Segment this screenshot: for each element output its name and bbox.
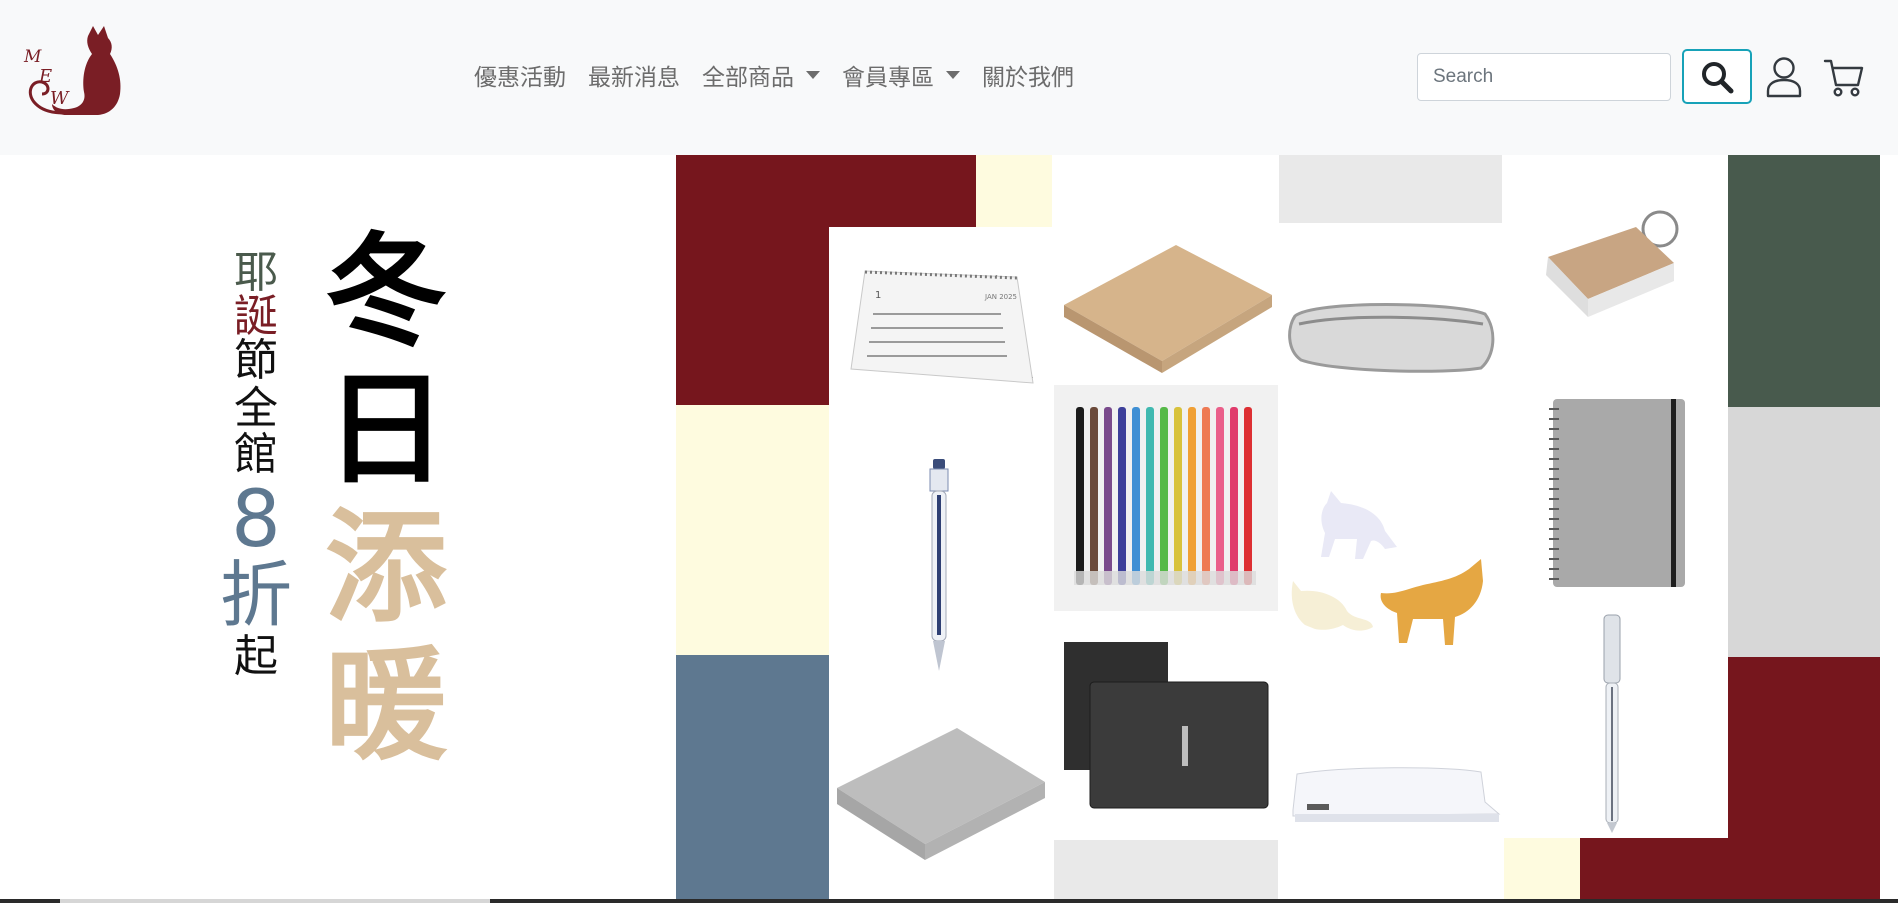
main-nav: 優惠活動 最新消息 全部商品 會員專區 關於我們	[474, 58, 1096, 92]
deco-block-gray	[1054, 840, 1278, 900]
tagline-char: 耶	[234, 247, 278, 298]
user-account-button[interactable]	[1765, 56, 1803, 98]
nav-news-label: 最新消息	[588, 64, 680, 90]
desk-calendar-image[interactable]: 1 JAN 2025	[845, 263, 1035, 403]
chevron-down-icon	[806, 71, 820, 79]
nav-member-label: 會員專區	[842, 64, 934, 90]
gel-pen-image[interactable]	[925, 455, 955, 675]
promo-headline: 冬 日 添 暖	[322, 223, 450, 775]
search-input[interactable]	[1417, 53, 1671, 101]
headline-char: 添	[325, 497, 447, 639]
deco-block-slate	[676, 655, 829, 900]
nav-about-label: 關於我們	[982, 64, 1074, 90]
deco-block-cream	[676, 405, 829, 655]
svg-text:1: 1	[875, 290, 881, 301]
spiral-notebook-image[interactable]	[1545, 395, 1691, 591]
nav-news[interactable]: 最新消息	[588, 58, 680, 92]
black-file-folders-image[interactable]	[1062, 640, 1270, 810]
nav-promotions-label: 優惠活動	[474, 64, 566, 90]
ring-word-cards-image[interactable]	[1540, 207, 1690, 327]
cat-sticky-notes-image[interactable]	[1285, 485, 1497, 665]
cart-icon	[1823, 59, 1864, 97]
kraft-memo-pad-image[interactable]	[1058, 239, 1274, 379]
tagline-char: 誕	[234, 291, 278, 342]
deco-block-gray	[1279, 155, 1502, 223]
headline-char: 冬	[325, 221, 447, 363]
tagline-char: 8	[231, 475, 281, 565]
brand-logo[interactable]: M E W	[22, 24, 142, 120]
user-icon	[1766, 57, 1802, 98]
headline-char: 暖	[325, 635, 447, 777]
deco-block-green	[1728, 155, 1880, 407]
nav-all-products-label: 全部商品	[702, 64, 794, 90]
tagline-char: 全	[234, 383, 278, 434]
cart-button[interactable]	[1823, 57, 1865, 99]
gray-memo-block-image[interactable]	[833, 720, 1049, 864]
deco-block-silver	[1728, 407, 1880, 657]
deco-block-cream	[1504, 838, 1580, 900]
svg-text:M: M	[23, 47, 42, 67]
tagline-char: 節	[234, 335, 278, 386]
nav-all-products-dropdown[interactable]: 全部商品	[702, 58, 820, 92]
svg-text:W: W	[50, 88, 70, 109]
navbar: M E W 優惠活動 最新消息 全部商品 會員專區 關於我們	[0, 0, 1898, 155]
nav-member-dropdown[interactable]: 會員專區	[842, 58, 960, 92]
headline-char: 日	[325, 359, 447, 501]
color-pen-set-image[interactable]	[1054, 385, 1278, 611]
tagline-char: 折	[219, 553, 292, 637]
deco-block-burgundy	[676, 155, 976, 227]
white-stapler-image[interactable]	[1285, 760, 1501, 834]
chevron-down-icon	[946, 71, 960, 79]
tagline-char: 館	[234, 429, 278, 480]
cat-logo-icon: M E W	[23, 26, 121, 115]
deco-block-cream	[976, 155, 1052, 227]
svg-text:E: E	[38, 66, 52, 87]
nav-about[interactable]: 關於我們	[982, 58, 1074, 92]
tagline-char: 起	[234, 631, 278, 682]
clear-pen-image[interactable]	[1601, 613, 1623, 835]
search-button[interactable]	[1682, 49, 1752, 104]
mesh-pencil-case-image[interactable]	[1285, 290, 1497, 380]
deco-block-burgundy	[1728, 657, 1880, 900]
nav-promotions[interactable]: 優惠活動	[474, 58, 566, 92]
search-icon	[1702, 61, 1734, 93]
promo-banner[interactable]: 耶 誕 節 全 館 8 折 起 冬 日 添 暖 1 JAN 2025	[0, 155, 1898, 900]
promo-tagline: 耶 誕 節 全 館 8 折 起	[218, 251, 294, 679]
deco-block-burgundy	[1580, 838, 1728, 900]
carousel-indicator[interactable]	[60, 899, 490, 903]
deco-block-burgundy	[676, 227, 829, 405]
svg-text:JAN 2025: JAN 2025	[984, 293, 1017, 301]
